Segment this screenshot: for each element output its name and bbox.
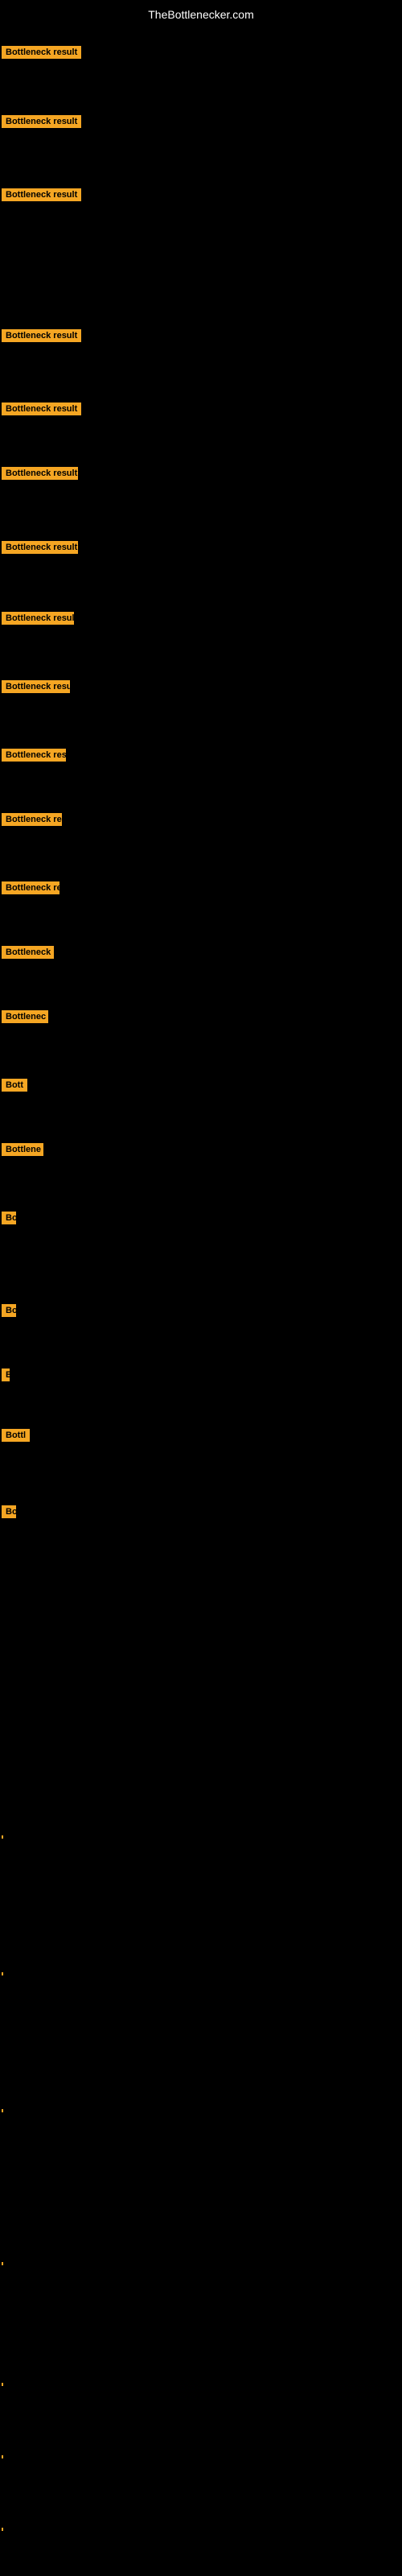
bottleneck-badge-10: Bottleneck res <box>2 813 62 826</box>
bottleneck-badge-1: Bottleneck result <box>2 115 81 128</box>
line-indicator-1 <box>2 1972 3 1975</box>
bottleneck-badge-12: Bottleneck re <box>2 946 54 959</box>
line-indicator-3 <box>2 2262 3 2265</box>
bottleneck-badge-14: Bott <box>2 1079 27 1092</box>
bottleneck-badge-16: Bo <box>2 1212 16 1224</box>
bottleneck-badge-15: Bottlene <box>2 1143 43 1156</box>
bottleneck-badge-7: Bottleneck result <box>2 612 74 625</box>
bottleneck-badge-9: Bottleneck resu <box>2 749 66 762</box>
line-indicator-2 <box>2 2109 3 2112</box>
bottleneck-badge-0: Bottleneck result <box>2 46 81 59</box>
bottleneck-badge-19: Bottl <box>2 1429 30 1442</box>
line-indicator-4 <box>2 2383 3 2386</box>
bottleneck-badge-13: Bottlenec <box>2 1010 48 1023</box>
line-indicator-0 <box>2 1835 3 1839</box>
bottleneck-badge-17: Bo <box>2 1304 16 1317</box>
bottleneck-badge-4: Bottleneck result <box>2 402 81 415</box>
bottleneck-badge-2: Bottleneck result <box>2 188 81 201</box>
site-title: TheBottlenecker.com <box>0 3 402 26</box>
bottleneck-badge-6: Bottleneck result <box>2 541 78 554</box>
bottleneck-badge-20: Bo <box>2 1505 16 1518</box>
bottleneck-badge-11: Bottleneck res <box>2 881 59 894</box>
line-indicator-6 <box>2 2528 3 2531</box>
bottleneck-badge-3: Bottleneck result <box>2 329 81 342</box>
bottleneck-badge-5: Bottleneck result <box>2 467 78 480</box>
line-indicator-5 <box>2 2455 3 2458</box>
bottleneck-badge-18: B <box>2 1368 10 1381</box>
bottleneck-badge-8: Bottleneck resu <box>2 680 70 693</box>
